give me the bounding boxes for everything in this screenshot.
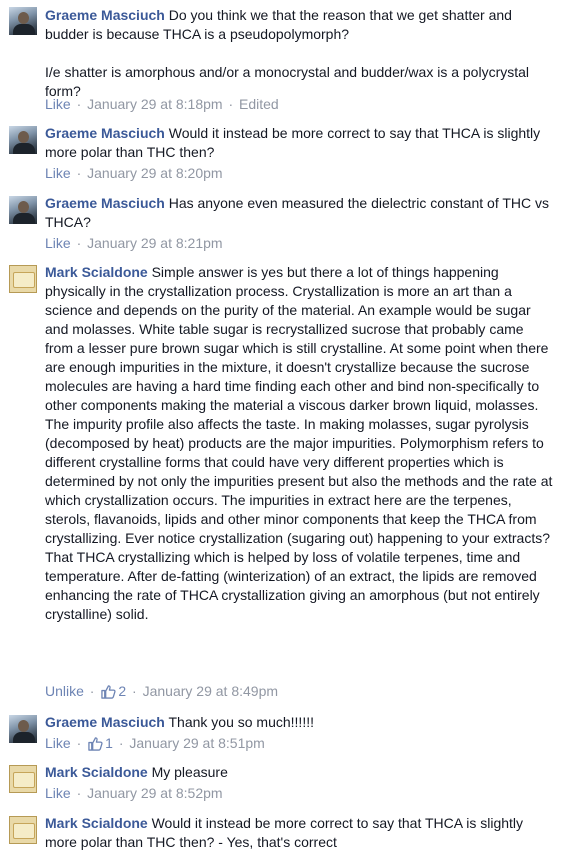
separator: · (76, 235, 82, 251)
unlike-button[interactable]: Unlike (45, 683, 84, 699)
separator: · (76, 96, 82, 112)
avatar[interactable] (9, 816, 37, 844)
timestamp[interactable]: January 29 at 8:52pm (87, 785, 222, 801)
author-link[interactable]: Graeme Masciuch (45, 195, 165, 211)
comment-actions: Like · January 29 at 8:21pm (45, 234, 223, 253)
separator: · (132, 683, 137, 699)
separator: · (89, 683, 95, 699)
logo-icon (13, 823, 35, 839)
like-button[interactable]: Like (45, 96, 71, 112)
author-link[interactable]: Graeme Masciuch (45, 7, 165, 23)
separator: · (118, 735, 124, 751)
author-link[interactable]: Mark Scialdone (45, 815, 148, 831)
avatar[interactable] (9, 196, 37, 224)
like-count[interactable]: 1 (105, 735, 113, 751)
comment-body: Mark Scialdone My pleasure (45, 763, 555, 782)
avatar[interactable] (9, 265, 37, 293)
logo-icon (13, 772, 35, 788)
edited-label[interactable]: Edited (239, 96, 279, 112)
timestamp[interactable]: January 29 at 8:18pm (87, 96, 222, 112)
timestamp[interactable]: January 29 at 8:20pm (87, 165, 222, 181)
like-count[interactable]: 2 (118, 683, 126, 699)
like-button[interactable]: Like (45, 735, 71, 751)
separator: · (228, 96, 234, 112)
timestamp[interactable]: January 29 at 8:51pm (129, 735, 264, 751)
separator: · (76, 785, 82, 801)
timestamp[interactable]: January 29 at 8:21pm (87, 235, 222, 251)
comment-body: Graeme Masciuch Thank you so much!!!!!! (45, 713, 555, 732)
like-button[interactable]: Like (45, 165, 71, 181)
comment-actions: Like · January 29 at 8:18pm · Edited (45, 95, 279, 114)
avatar[interactable] (9, 126, 37, 154)
comment-body: Graeme Masciuch Do you think we that the… (45, 6, 555, 101)
comment-text: Thank you so much!!!!!! (168, 714, 314, 730)
author-link[interactable]: Graeme Masciuch (45, 714, 165, 730)
comment-actions: Like · January 29 at 8:52pm (45, 784, 223, 803)
comment-text: Simple answer is yes but there a lot of … (45, 264, 553, 622)
comment-actions: Like · 1 · January 29 at 8:51pm (45, 734, 265, 753)
author-link[interactable]: Graeme Masciuch (45, 125, 165, 141)
comment-body: Graeme Masciuch Has anyone even measured… (45, 194, 555, 232)
thumbs-up-icon[interactable] (101, 684, 116, 699)
comment-actions: Like · January 29 at 8:20pm (45, 164, 223, 183)
like-button[interactable]: Like (45, 785, 71, 801)
comment-text: My pleasure (151, 764, 228, 780)
author-link[interactable]: Mark Scialdone (45, 264, 148, 280)
avatar[interactable] (9, 715, 37, 743)
logo-icon (13, 272, 35, 288)
avatar[interactable] (9, 7, 37, 35)
like-button[interactable]: Like (45, 235, 71, 251)
comment-actions: Unlike · 2 · January 29 at 8:49pm (45, 682, 278, 701)
timestamp[interactable]: January 29 at 8:49pm (143, 683, 278, 699)
comment-body: Mark Scialdone Simple answer is yes but … (45, 263, 555, 624)
avatar[interactable] (9, 765, 37, 793)
author-link[interactable]: Mark Scialdone (45, 764, 148, 780)
separator: · (76, 165, 82, 181)
separator: · (76, 735, 82, 751)
comment-body: Graeme Masciuch Would it instead be more… (45, 124, 555, 162)
thumbs-up-icon[interactable] (88, 736, 103, 751)
comment-body: Mark Scialdone Would it instead be more … (45, 814, 555, 852)
